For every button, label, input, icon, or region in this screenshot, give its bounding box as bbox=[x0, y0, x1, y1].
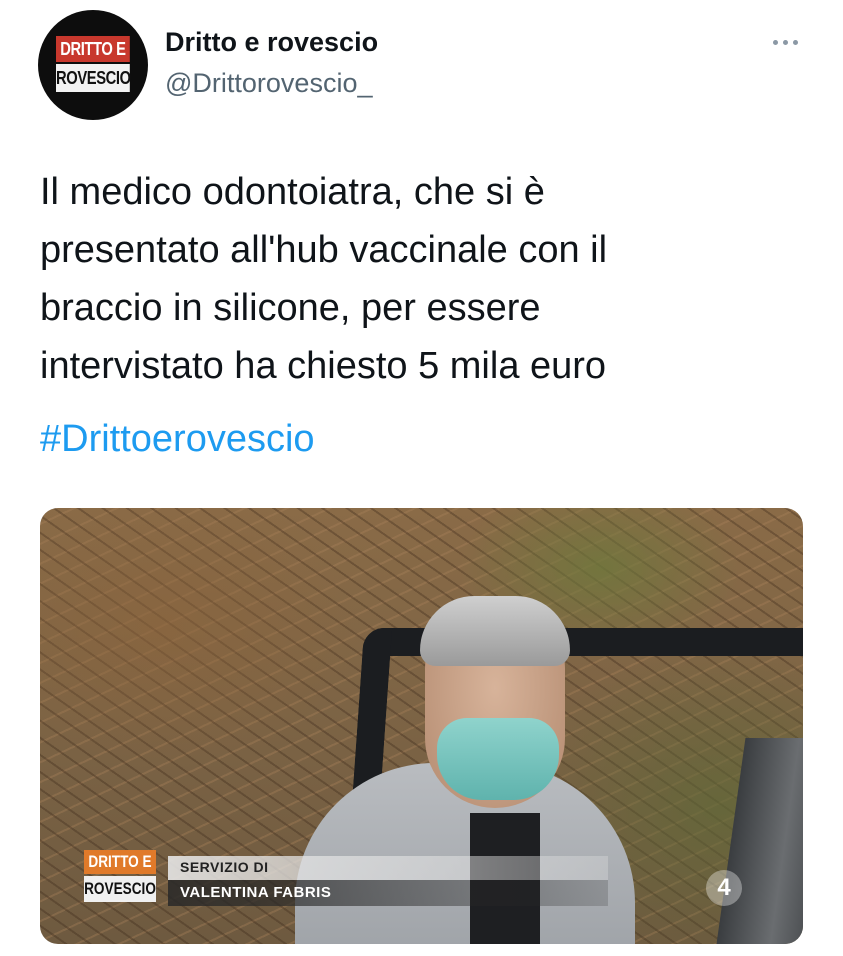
user-handle[interactable]: @Drittorovescio_ bbox=[165, 68, 372, 99]
avatar[interactable]: DRITTO E ROVESCIO bbox=[38, 10, 148, 120]
tweet-media[interactable]: DRITTO E ROVESCIO SERVIZIO DI VALENTINA … bbox=[40, 508, 803, 944]
logo-line1: DRITTO E bbox=[56, 36, 130, 62]
channel-logo: 4 bbox=[706, 870, 742, 906]
person-hair bbox=[420, 596, 570, 666]
brand-logo: DRITTO E ROVESCIO bbox=[56, 36, 132, 98]
hashtag-link[interactable]: #Drittoerovescio bbox=[40, 410, 315, 468]
program-logo: DRITTO E ROVESCIO bbox=[84, 850, 160, 906]
lower-third-label: SERVIZIO DI bbox=[180, 859, 269, 875]
face-mask bbox=[437, 718, 559, 800]
program-logo-line1: DRITTO E bbox=[84, 850, 156, 874]
display-name[interactable]: Dritto e rovescio bbox=[165, 27, 378, 58]
tweet: DRITTO E ROVESCIO Dritto e rovescio @Dri… bbox=[0, 0, 843, 956]
tweet-text: Il medico odontoiatra, che si è presenta… bbox=[40, 171, 608, 387]
more-options-button[interactable] bbox=[768, 30, 804, 54]
logo-line2: ROVESCIO bbox=[56, 64, 131, 92]
program-logo-line2: ROVESCIO bbox=[84, 876, 156, 902]
lower-third-name: VALENTINA FABRIS bbox=[180, 884, 332, 901]
